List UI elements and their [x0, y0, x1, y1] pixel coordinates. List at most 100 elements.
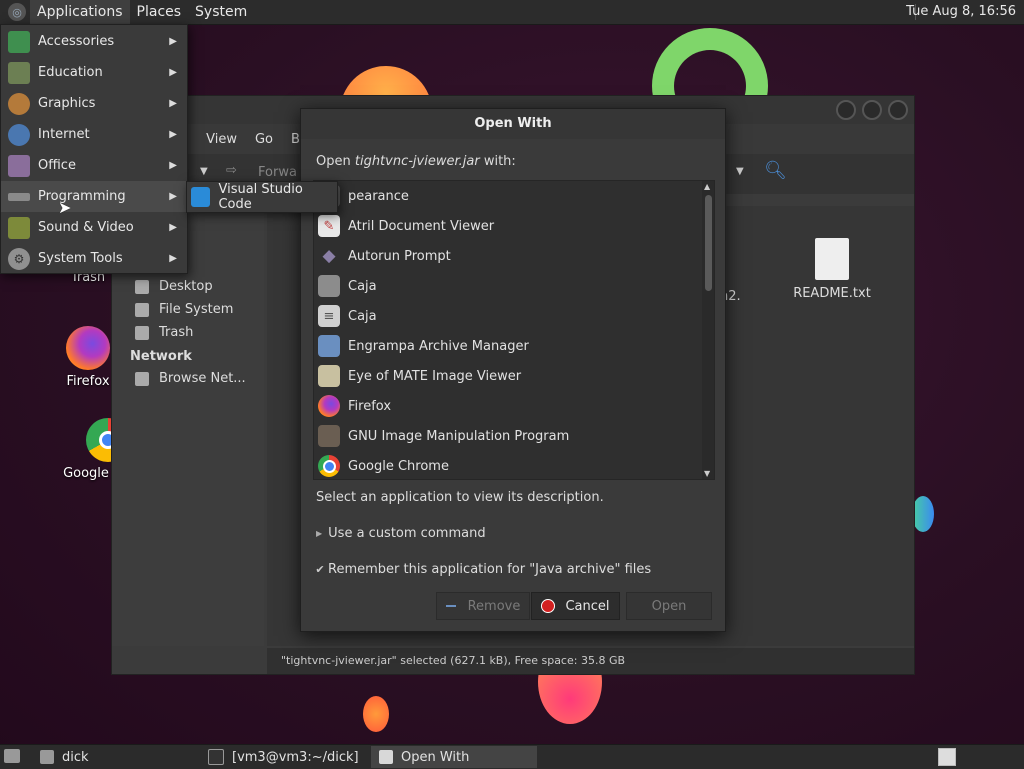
- menu-item-system-tools[interactable]: ⚙ System Tools ▶: [1, 243, 187, 274]
- maximize-button[interactable]: [862, 100, 882, 120]
- prompt-filename: tightvnc-jviewer.jar: [354, 154, 480, 169]
- menu-item-office[interactable]: Office ▶: [1, 150, 187, 181]
- office-icon: [8, 154, 30, 177]
- atril-icon: ✎: [318, 215, 340, 237]
- application-list[interactable]: pearance ✎ Atril Document Viewer ◆ Autor…: [313, 180, 715, 480]
- terminal-icon: [208, 749, 224, 765]
- scrollbar-thumb[interactable]: [705, 195, 712, 291]
- menu-go[interactable]: Go: [255, 132, 273, 147]
- cancel-button[interactable]: Cancel: [531, 592, 620, 620]
- app-description: Select an application to view its descri…: [316, 490, 604, 505]
- task-file-manager[interactable]: dick: [32, 746, 192, 768]
- programming-submenu: Visual Studio Code: [186, 181, 338, 213]
- firefox-icon: [318, 395, 340, 417]
- checkmark-icon: ✔: [315, 562, 325, 576]
- sidebar-item-label: Browse Net...: [159, 371, 246, 386]
- programming-icon: [8, 192, 30, 201]
- app-row-caja-2[interactable]: ≡ Caja: [314, 301, 700, 331]
- submenu-arrow-icon: ▶: [169, 253, 177, 264]
- scroll-up-icon[interactable]: ▲: [704, 182, 710, 191]
- submenu-arrow-icon: ▶: [169, 222, 177, 233]
- mate-logo-icon[interactable]: ◎: [8, 3, 26, 21]
- app-row-gimp[interactable]: GNU Image Manipulation Program: [314, 421, 700, 451]
- sound-video-icon: [8, 216, 30, 239]
- menu-item-internet[interactable]: Internet ▶: [1, 119, 187, 150]
- app-row-autorun[interactable]: ◆ Autorun Prompt: [314, 241, 700, 271]
- top-panel: ◎ Applications Places System Tue Aug 8, …: [0, 0, 1024, 25]
- close-button[interactable]: [888, 100, 908, 120]
- wallpaper-blob-teal: [912, 496, 934, 532]
- applications-menu[interactable]: Applications: [30, 0, 130, 24]
- sidebar-item-filesystem[interactable]: File System: [135, 302, 233, 317]
- app-row-caja-1[interactable]: Caja: [314, 271, 700, 301]
- cancel-icon: [541, 599, 556, 613]
- autorun-icon: ◆: [322, 246, 336, 266]
- wallpaper-blob-small: [363, 696, 389, 732]
- menu-item-programming[interactable]: Programming ▶: [1, 181, 187, 212]
- open-with-dialog: Open With Open tightvnc-jviewer.jar with…: [300, 108, 726, 632]
- task-open-with[interactable]: Open With: [371, 746, 537, 768]
- menu-item-graphics[interactable]: Graphics ▶: [1, 88, 187, 119]
- mouse-pointer-icon: ➤: [58, 198, 72, 217]
- sidebar-item-browse-network[interactable]: Browse Net...: [135, 371, 246, 386]
- dialog-prompt: Open tightvnc-jviewer.jar with:: [316, 154, 516, 169]
- submenu-arrow-icon: ▶: [169, 98, 177, 109]
- desktop-folder-icon: [135, 279, 149, 294]
- menu-item-accessories[interactable]: Accessories ▶: [1, 26, 187, 57]
- show-desktop-icon[interactable]: [4, 749, 20, 763]
- scroll-down-icon[interactable]: ▼: [704, 469, 710, 478]
- expander-arrow-icon: ▶: [316, 529, 323, 538]
- app-row-firefox[interactable]: Firefox: [314, 391, 700, 421]
- sidebar-item-label: File System: [159, 302, 234, 317]
- menu-item-sound-video[interactable]: Sound & Video ▶: [1, 212, 187, 243]
- status-bar: "tightvnc-jviewer.jar" selected (627.1 k…: [267, 648, 914, 674]
- dialog-title[interactable]: Open With: [301, 109, 725, 139]
- caja-folder-icon: [318, 275, 340, 297]
- sidebar-item-label: Trash: [159, 325, 194, 340]
- submenu-item-vscode[interactable]: Visual Studio Code: [218, 182, 337, 212]
- file-readme[interactable]: README.txt: [792, 238, 872, 301]
- chrome-icon: [318, 455, 340, 477]
- places-menu[interactable]: Places: [130, 0, 189, 24]
- search-icon[interactable]: 🔍︎: [764, 160, 787, 181]
- app-row-eom[interactable]: Eye of MATE Image Viewer: [314, 361, 700, 391]
- clock[interactable]: Tue Aug 8, 16:56: [906, 0, 1016, 24]
- workspace-switcher[interactable]: [938, 748, 956, 766]
- forward-arrow-icon[interactable]: ⇨: [226, 163, 237, 178]
- sidebar-item-trash[interactable]: Trash: [135, 325, 193, 340]
- accessories-icon: [8, 30, 30, 53]
- system-tools-icon: ⚙: [8, 247, 30, 270]
- eom-icon: [318, 365, 340, 387]
- submenu-arrow-icon: ▶: [169, 160, 177, 171]
- remove-icon: [445, 605, 456, 607]
- submenu-arrow-icon: ▶: [169, 67, 177, 78]
- minimize-button[interactable]: [836, 100, 856, 120]
- applications-dropdown: Accessories ▶ Education ▶ Graphics ▶ Int…: [0, 24, 188, 274]
- app-row-appearance[interactable]: pearance: [314, 181, 700, 211]
- forward-button[interactable]: Forwa: [258, 165, 297, 180]
- view-dropdown-icon[interactable]: ▼: [736, 166, 744, 177]
- vscode-icon: [191, 187, 211, 207]
- list-scrollbar[interactable]: ▲ ▼: [702, 181, 714, 479]
- open-button[interactable]: Open: [626, 592, 712, 620]
- app-row-engrampa[interactable]: Engrampa Archive Manager: [314, 331, 700, 361]
- custom-command-expander[interactable]: ▶ Use a custom command: [316, 526, 486, 541]
- education-icon: [8, 61, 30, 84]
- app-row-atril[interactable]: ✎ Atril Document Viewer: [314, 211, 700, 241]
- task-terminal[interactable]: [vm3@vm3:~/dick]: [200, 746, 365, 768]
- remember-checkbox[interactable]: ✔ Remember this application for "Java ar…: [314, 562, 651, 577]
- back-dropdown-icon[interactable]: ▼: [200, 166, 208, 177]
- system-menu[interactable]: System: [188, 0, 254, 24]
- menu-item-education[interactable]: Education ▶: [1, 57, 187, 88]
- folder-icon: [40, 750, 54, 764]
- sidebar-item-label: Desktop: [159, 279, 213, 294]
- remove-button[interactable]: Remove: [436, 592, 530, 620]
- trash-icon: [135, 325, 149, 340]
- network-header: Network: [130, 349, 192, 364]
- menu-bookmarks[interactable]: B: [291, 132, 300, 147]
- caja-document-icon: ≡: [318, 305, 340, 327]
- submenu-arrow-icon: ▶: [169, 191, 177, 202]
- menu-view[interactable]: View: [206, 132, 237, 147]
- app-row-chrome[interactable]: Google Chrome: [314, 451, 700, 479]
- sidebar-item-desktop[interactable]: Desktop: [135, 279, 213, 294]
